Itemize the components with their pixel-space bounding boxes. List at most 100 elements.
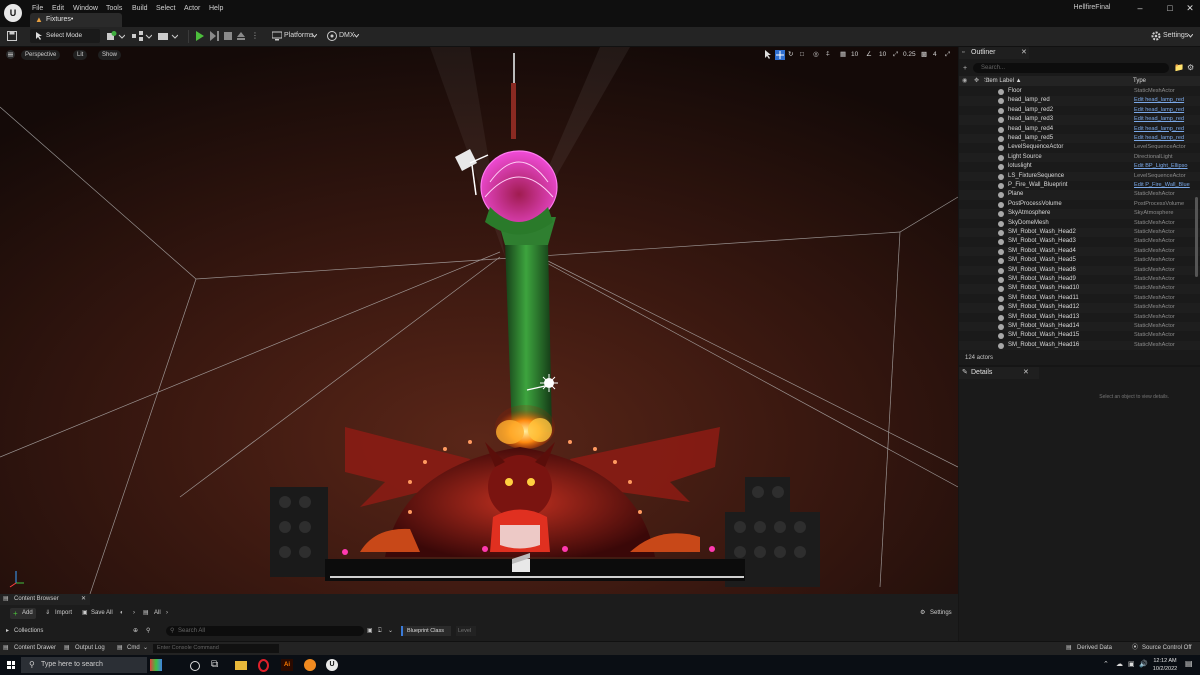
close-button[interactable]: ✕	[1180, 2, 1200, 14]
edit-blueprint-link[interactable]: Edit head_lamp_red	[1134, 106, 1191, 115]
windows-start-icon[interactable]	[7, 661, 15, 669]
maximize-viewport-icon[interactable]: ⤢	[945, 50, 950, 60]
camera-speed-icon[interactable]: ▩	[921, 50, 927, 60]
visibility-eye-icon[interactable]: ◉	[962, 76, 967, 86]
menu-actor[interactable]: Actor	[184, 3, 200, 15]
close-icon[interactable]: ✕	[1023, 368, 1029, 378]
stop-icon[interactable]	[223, 31, 233, 41]
pin-icon[interactable]: ✥	[974, 76, 979, 86]
illustrator-icon[interactable]: Ai	[281, 659, 293, 671]
unreal-engine-icon[interactable]: U	[326, 659, 338, 671]
rotation-snap-icon[interactable]: ∠	[866, 50, 872, 60]
clock-date[interactable]: 10/2/2022	[1145, 665, 1185, 673]
cinematics-icon[interactable]	[158, 31, 178, 41]
scale-snap-icon[interactable]: ⤢	[893, 50, 898, 60]
cortana-icon[interactable]	[190, 661, 200, 671]
more-options-icon[interactable]: ⋮	[251, 31, 259, 41]
column-item-label[interactable]: Item Label ▲	[984, 76, 1022, 86]
platforms-button[interactable]: Platforms	[284, 29, 314, 43]
eject-icon[interactable]	[236, 31, 246, 41]
outliner-row[interactable]: SM_Robot_Wash_Head9 StaticMeshActor	[959, 275, 1200, 284]
source-control-button[interactable]: Source Control Off	[1142, 643, 1192, 654]
scale-tool-icon[interactable]: □	[800, 50, 804, 60]
outliner-row[interactable]: head_lamp_red Edit head_lamp_red	[959, 96, 1200, 106]
edit-blueprint-link[interactable]: Edit head_lamp_red	[1134, 115, 1191, 124]
menu-help[interactable]: Help	[209, 3, 223, 15]
surface-snap-icon[interactable]: ⍏	[826, 50, 830, 60]
collections-label[interactable]: Collections	[14, 626, 43, 637]
outliner-row[interactable]: SkyAtmosphere SkyAtmosphere	[959, 209, 1200, 219]
outliner-row[interactable]: Floor StaticMeshActor	[959, 87, 1200, 96]
onedrive-icon[interactable]: ☁	[1116, 660, 1123, 670]
column-type[interactable]: Type	[1133, 76, 1146, 86]
add-filter-icon[interactable]: +	[963, 64, 967, 73]
select-mode-dropdown[interactable]: Select Mode	[30, 29, 100, 43]
grid-size-value[interactable]: 10	[851, 50, 858, 60]
filter-level[interactable]: Level	[456, 626, 476, 636]
step-icon[interactable]	[209, 31, 219, 41]
chevron-right-icon[interactable]: ›	[133, 608, 135, 619]
hamburger-menu-icon[interactable]	[6, 50, 15, 59]
outliner-search-input[interactable]: Search...	[973, 63, 1169, 73]
outliner-row[interactable]: head_lamp_red4 Edit head_lamp_red	[959, 125, 1200, 134]
folder-icon[interactable]: 📁	[1174, 63, 1184, 73]
path-all[interactable]: All	[154, 608, 161, 619]
derived-data-button[interactable]: Derived Data	[1077, 643, 1112, 654]
console-command-input[interactable]: Enter Console Command	[153, 644, 279, 653]
content-browser-tab[interactable]: ▤ Content Browser ✕	[0, 594, 90, 605]
tab-fixtures[interactable]: ▲ Fixtures•	[30, 13, 122, 27]
menu-build[interactable]: Build	[132, 3, 148, 15]
opera-browser-icon[interactable]	[258, 659, 269, 672]
outliner-row[interactable]: LS_FixtureSequence LevelSequenceActor	[959, 171, 1200, 181]
outliner-row[interactable]: lotuslight Edit BP_Light_Ellipso	[959, 162, 1200, 171]
outliner-row[interactable]: SM_Robot_Wash_Head2 StaticMeshActor	[959, 228, 1200, 238]
save-icon[interactable]	[7, 31, 17, 41]
output-log-button[interactable]: Output Log	[75, 643, 105, 654]
outliner-row[interactable]: SM_Robot_Wash_Head6 StaticMeshActor	[959, 265, 1200, 275]
outliner-row[interactable]: head_lamp_red5 Edit head_lamp_red	[959, 134, 1200, 144]
unreal-logo-icon[interactable]: U	[4, 4, 22, 22]
outliner-row[interactable]: SkyDomeMesh StaticMeshActor	[959, 219, 1200, 228]
task-view-icon[interactable]: ⧉	[211, 659, 223, 671]
dmx-button[interactable]: DMX	[339, 29, 355, 43]
cmd-dropdown[interactable]: Cmd	[127, 643, 140, 654]
close-icon[interactable]: ✕	[1021, 48, 1027, 58]
network-icon[interactable]: ▣	[1128, 660, 1135, 670]
outliner-row[interactable]: head_lamp_red2 Edit head_lamp_red	[959, 106, 1200, 115]
outliner-row[interactable]: head_lamp_red3 Edit head_lamp_red	[959, 115, 1200, 125]
add-collection-icon[interactable]: ⊕	[133, 626, 138, 637]
outliner-row[interactable]: Light Source DirectionalLight	[959, 152, 1200, 163]
details-tab[interactable]: ✎ Details ✕	[959, 367, 1039, 379]
history-back-icon[interactable]: ◐	[120, 608, 124, 619]
outliner-row[interactable]: SM_Robot_Wash_Head3 StaticMeshActor	[959, 237, 1200, 246]
close-icon[interactable]: ✕	[81, 594, 86, 605]
save-search-icon[interactable]: ▣	[367, 626, 373, 637]
outliner-row[interactable]: SM_Robot_Wash_Head15 StaticMeshActor	[959, 331, 1200, 340]
rotate-tool-icon[interactable]: ↻	[788, 50, 793, 60]
outliner-row[interactable]: SM_Robot_Wash_Head16 StaticMeshActor	[959, 340, 1200, 351]
outliner-row[interactable]: SM_Robot_Wash_Head10 StaticMeshActor	[959, 284, 1200, 294]
notifications-icon[interactable]: ▤	[1185, 659, 1193, 669]
filter-icon[interactable]: ⍗	[378, 626, 382, 637]
maximize-button[interactable]: □	[1160, 2, 1180, 14]
minimize-button[interactable]: –	[1130, 2, 1150, 14]
lit-button[interactable]: Lit	[73, 50, 88, 60]
taskbar-search-input[interactable]: ⚲ Type here to search	[21, 657, 147, 673]
scale-snap-value[interactable]: 0.25	[903, 50, 916, 60]
blender-icon[interactable]	[304, 659, 316, 671]
outliner-row[interactable]: SM_Robot_Wash_Head5 StaticMeshActor	[959, 256, 1200, 265]
widget-app-icon[interactable]	[150, 659, 162, 671]
chevron-down-icon[interactable]: ⌄	[143, 643, 148, 654]
collapse-arrow-icon[interactable]: ▸	[6, 626, 9, 637]
blueprint-icon[interactable]	[132, 31, 152, 41]
world-space-icon[interactable]: ◎	[813, 50, 819, 60]
level-viewport[interactable]: Perspective Lit Show ↻ □ ◎ ⍏ ▦ 10 ∠ 10 ⤢…	[0, 47, 958, 594]
edit-blueprint-link[interactable]: Edit head_lamp_red	[1134, 134, 1191, 143]
outliner-row[interactable]: P_Fire_Wall_Blueprint Edit P_Fire_Wall_Bl…	[959, 181, 1200, 190]
filter-blueprint-class[interactable]: Blueprint Class	[401, 626, 451, 636]
search-icon[interactable]: ⚲	[146, 626, 150, 637]
import-button[interactable]: Import	[55, 608, 72, 619]
clock-time[interactable]: 12:12 AM	[1145, 657, 1185, 665]
asset-search-input[interactable]: ⚲ Search All	[166, 626, 364, 636]
play-icon[interactable]	[195, 31, 205, 41]
